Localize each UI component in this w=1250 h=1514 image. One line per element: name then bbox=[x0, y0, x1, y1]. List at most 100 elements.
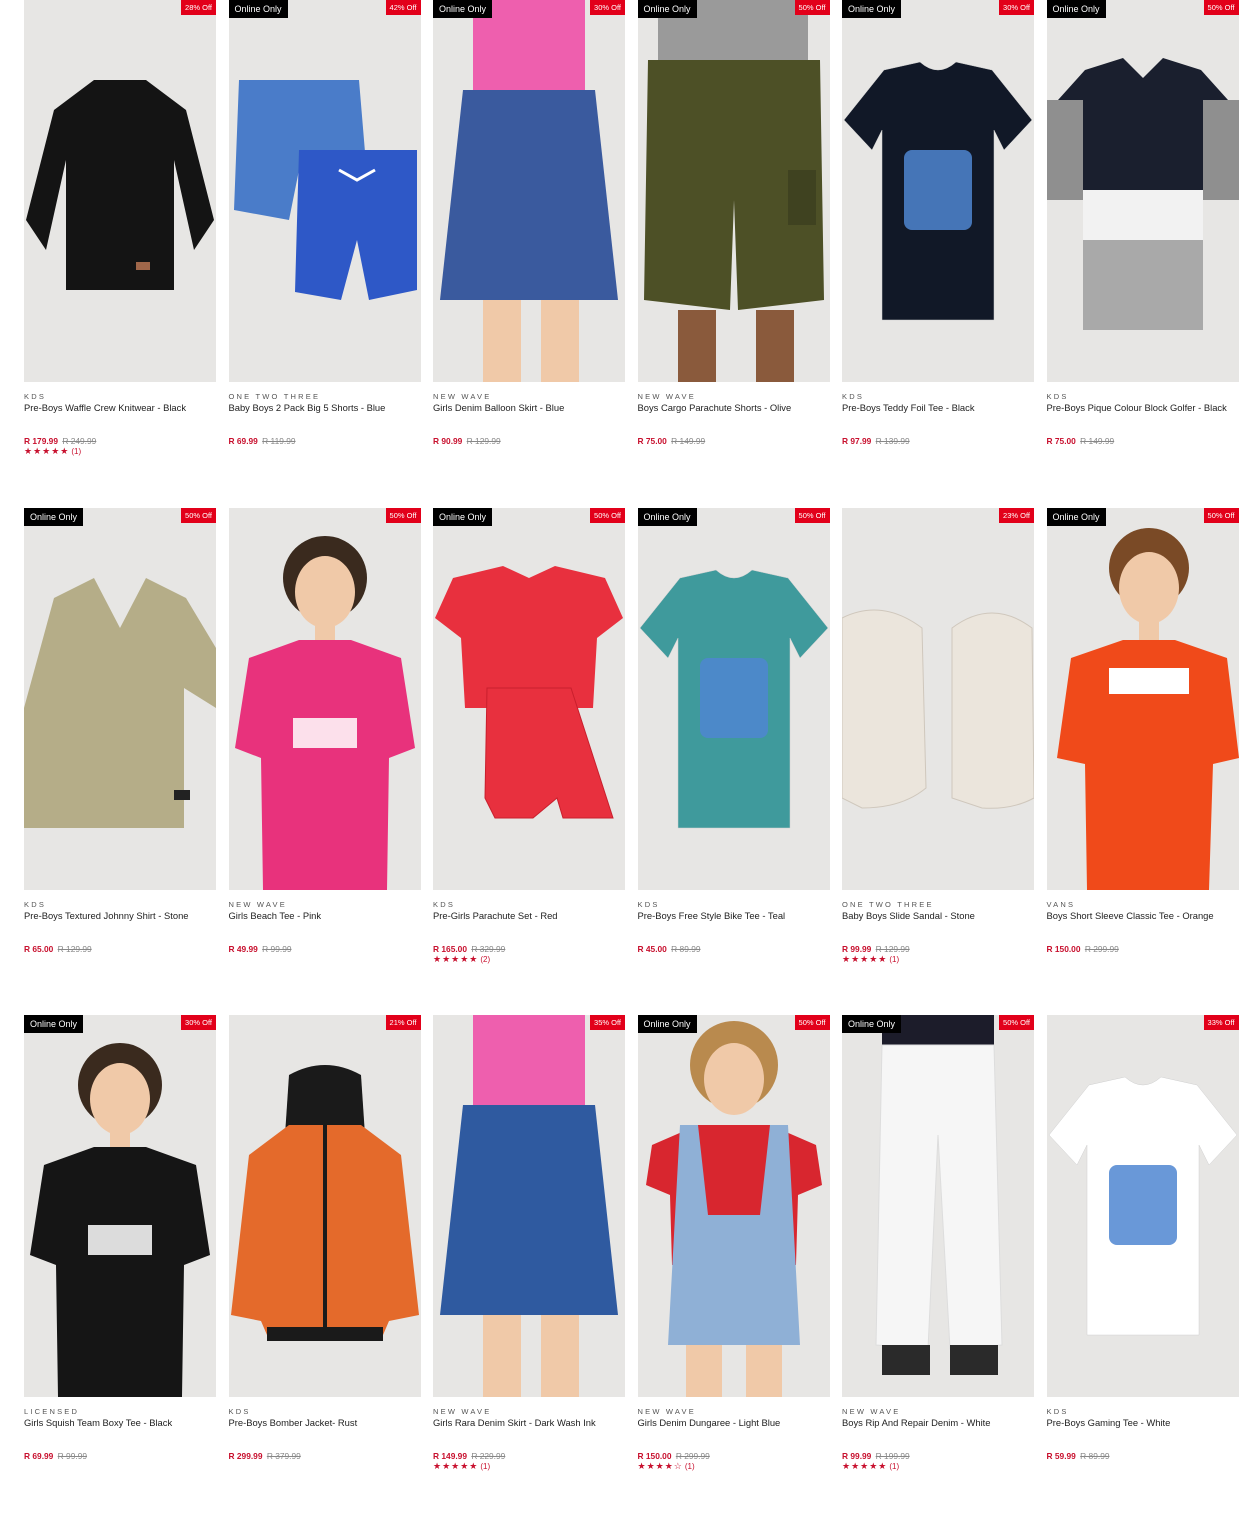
product-illustration bbox=[234, 535, 415, 890]
product-card[interactable]: Online Only 50% Off KDS Pre-Boys Free St… bbox=[637, 507, 830, 988]
product-name[interactable]: Pre-Boys Bomber Jacket- Rust bbox=[229, 1417, 429, 1428]
product-name[interactable]: Boys Short Sleeve Classic Tee - Orange bbox=[1047, 910, 1247, 921]
product-price: R 97.99 R 139.99 bbox=[842, 436, 910, 446]
original-price: R 299.99 bbox=[1084, 943, 1119, 954]
product-image[interactable]: Online Only 50% Off bbox=[842, 1015, 1034, 1397]
current-price: R 45.00 bbox=[637, 943, 667, 954]
product-image[interactable]: Online Only 50% Off bbox=[1046, 0, 1239, 382]
original-price: R 129.99 bbox=[466, 436, 501, 446]
original-price: R 129.99 bbox=[875, 943, 910, 954]
product-card[interactable]: 35% Off NEW WAVE Girls Rara Denim Skirt … bbox=[433, 1015, 625, 1495]
product-name[interactable]: Pre-Boys Free Style Bike Tee - Teal bbox=[638, 910, 838, 921]
product-image[interactable]: Online Only 50% Off bbox=[637, 0, 830, 382]
product-card[interactable]: Online Only 50% Off NEW WAVE Boys Cargo … bbox=[637, 0, 830, 480]
current-price: R 150.00 bbox=[1046, 943, 1081, 954]
product-card[interactable]: Online Only 50% Off KDS Pre-Boys Texture… bbox=[24, 507, 216, 988]
original-price: R 139.99 bbox=[875, 436, 910, 446]
discount-badge: 30% Off bbox=[999, 0, 1034, 15]
product-name[interactable]: Pre-Boys Textured Johnny Shirt - Stone bbox=[24, 910, 224, 921]
product-brand: ONE TWO THREE bbox=[228, 392, 321, 401]
product-card[interactable]: Online Only 50% Off NEW WAVE Girls Denim… bbox=[637, 1015, 830, 1495]
product-image[interactable]: Online Only 50% Off bbox=[637, 507, 830, 890]
product-rating[interactable]: ★★★★☆ (1) bbox=[638, 1461, 695, 1472]
review-count: (1) bbox=[889, 954, 900, 964]
product-card[interactable]: Online Only 30% Off NEW WAVE Girls Denim… bbox=[433, 0, 625, 480]
online-only-badge: Online Only bbox=[24, 1015, 84, 1033]
product-brand: LICENSED bbox=[24, 1407, 80, 1416]
discount-badge: 30% Off bbox=[181, 1015, 216, 1030]
product-card[interactable]: Online Only 50% Off NEW WAVE Boys Rip An… bbox=[842, 1015, 1034, 1495]
product-image[interactable]: Online Only 50% Off bbox=[433, 507, 625, 890]
product-card[interactable]: 28% Off KDS Pre-Boys Waffle Crew Knitwea… bbox=[24, 0, 216, 480]
product-card[interactable]: Online Only 42% Off ONE TWO THREE Baby B… bbox=[228, 0, 421, 480]
product-image[interactable]: Online Only 50% Off bbox=[24, 507, 216, 890]
current-price: R 299.99 bbox=[228, 1451, 263, 1461]
product-image[interactable]: Online Only 30% Off bbox=[842, 0, 1034, 382]
product-brand: KDS bbox=[1046, 392, 1069, 401]
product-card[interactable]: 23% Off ONE TWO THREE Baby Boys Slide Sa… bbox=[842, 507, 1034, 988]
original-price: R 99.99 bbox=[57, 1451, 88, 1461]
review-count: (2) bbox=[480, 954, 491, 964]
product-name[interactable]: Pre-Boys Waffle Crew Knitwear - Black bbox=[24, 402, 224, 413]
product-card[interactable]: 33% Off KDS Pre-Boys Gaming Tee - White … bbox=[1046, 1015, 1239, 1495]
product-illustration bbox=[24, 577, 216, 828]
original-price: R 229.99 bbox=[471, 1451, 506, 1461]
product-rating[interactable]: ★★★★★ (2) bbox=[433, 954, 490, 965]
original-price: R 89.99 bbox=[1080, 1451, 1110, 1461]
product-card[interactable]: Online Only 50% Off KDS Pre-Girls Parach… bbox=[433, 507, 625, 988]
product-name[interactable]: Pre-Girls Parachute Set - Red bbox=[433, 910, 633, 921]
product-image[interactable]: 23% Off bbox=[842, 507, 1034, 890]
product-name[interactable]: Girls Rara Denim Skirt - Dark Wash Ink bbox=[433, 1417, 633, 1428]
product-name[interactable]: Girls Denim Balloon Skirt - Blue bbox=[433, 402, 633, 413]
discount-badge: 50% Off bbox=[794, 507, 830, 523]
product-card[interactable]: 50% Off NEW WAVE Girls Beach Tee - Pink … bbox=[228, 507, 421, 988]
online-only-badge: Online Only bbox=[433, 507, 493, 526]
product-illustration bbox=[1048, 1076, 1237, 1336]
product-name[interactable]: Pre-Boys Gaming Tee - White bbox=[1047, 1417, 1247, 1428]
product-name[interactable]: Baby Boys 2 Pack Big 5 Shorts - Blue bbox=[229, 402, 429, 413]
product-name[interactable]: Girls Squish Team Boxy Tee - Black bbox=[24, 1417, 224, 1428]
product-name[interactable]: Girls Beach Tee - Pink bbox=[229, 910, 429, 921]
product-name[interactable]: Boys Cargo Parachute Shorts - Olive bbox=[638, 402, 838, 413]
product-rating[interactable]: ★★★★★ (1) bbox=[842, 1461, 899, 1472]
current-price: R 49.99 bbox=[228, 943, 258, 954]
product-rating[interactable]: ★★★★★ (1) bbox=[842, 954, 899, 965]
original-price: R 149.99 bbox=[1080, 436, 1115, 446]
product-image[interactable]: Online Only 30% Off bbox=[433, 0, 625, 382]
product-price: R 75.00 R 149.99 bbox=[1047, 436, 1115, 446]
product-image[interactable]: Online Only 42% Off bbox=[228, 0, 421, 382]
star-icons: ★★★★☆ bbox=[637, 1461, 683, 1471]
product-rating[interactable]: ★★★★★ (1) bbox=[24, 446, 81, 457]
product-rating[interactable]: ★★★★★ (1) bbox=[433, 1461, 490, 1472]
product-illustration bbox=[1056, 527, 1239, 890]
product-card[interactable]: Online Only 30% Off KDS Pre-Boys Teddy F… bbox=[842, 0, 1034, 480]
product-illustration bbox=[875, 1015, 1003, 1375]
product-image[interactable]: 28% Off bbox=[24, 0, 216, 382]
current-price: R 75.00 bbox=[637, 436, 667, 446]
product-name[interactable]: Pre-Boys Teddy Foil Tee - Black bbox=[842, 402, 1042, 413]
product-price: R 65.00 R 129.99 bbox=[24, 944, 92, 954]
product-image[interactable]: 33% Off bbox=[1046, 1015, 1239, 1397]
product-brand: NEW WAVE bbox=[228, 899, 287, 909]
discount-badge: 30% Off bbox=[590, 0, 625, 15]
product-card[interactable]: Online Only 50% Off VANS Boys Short Slee… bbox=[1046, 507, 1239, 988]
product-price: R 59.99 R 89.99 bbox=[1047, 1451, 1110, 1461]
product-card[interactable]: Online Only 50% Off KDS Pre-Boys Pique C… bbox=[1046, 0, 1239, 480]
product-name[interactable]: Pre-Boys Pique Colour Block Golfer - Bla… bbox=[1047, 402, 1247, 413]
product-card[interactable]: 21% Off KDS Pre-Boys Bomber Jacket- Rust… bbox=[228, 1015, 421, 1495]
product-image[interactable]: Online Only 30% Off bbox=[24, 1015, 216, 1397]
product-card[interactable]: Online Only 30% Off LICENSED Girls Squis… bbox=[24, 1015, 216, 1495]
product-image[interactable]: 35% Off bbox=[433, 1015, 625, 1397]
product-image[interactable]: Online Only 50% Off bbox=[637, 1015, 830, 1397]
discount-badge: 50% Off bbox=[794, 1015, 830, 1030]
product-image[interactable]: 21% Off bbox=[228, 1015, 421, 1397]
product-name[interactable]: Boys Rip And Repair Denim - White bbox=[842, 1417, 1042, 1428]
product-name[interactable]: Baby Boys Slide Sandal - Stone bbox=[842, 910, 1042, 921]
discount-badge: 50% Off bbox=[999, 1015, 1034, 1030]
product-image[interactable]: Online Only 50% Off bbox=[1046, 507, 1239, 890]
product-name[interactable]: Girls Denim Dungaree - Light Blue bbox=[638, 1417, 838, 1428]
product-image[interactable]: 50% Off bbox=[228, 507, 421, 890]
product-price: R 49.99 R 99.99 bbox=[229, 944, 292, 954]
product-illustration bbox=[643, 0, 824, 382]
star-icons: ★★★★★ bbox=[433, 1461, 479, 1471]
